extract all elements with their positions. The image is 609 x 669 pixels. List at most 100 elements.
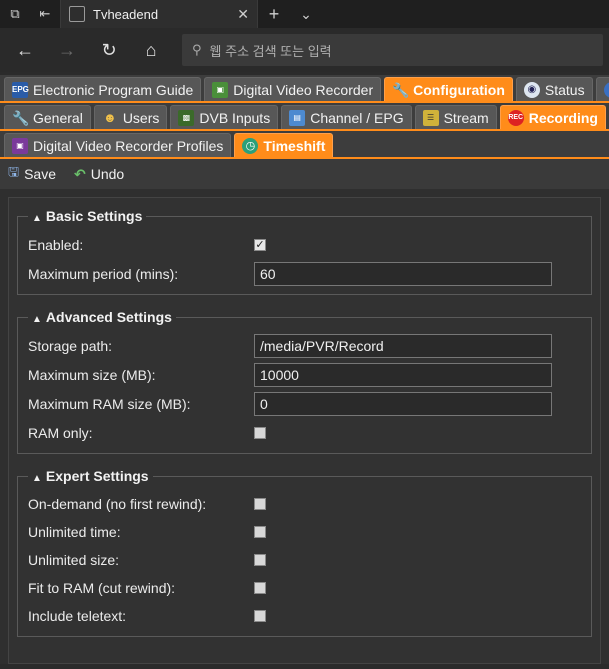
collapse-triangle-icon: ▲ bbox=[32, 473, 42, 484]
dvr-icon: ▣ bbox=[212, 81, 229, 98]
tab-channel-epg[interactable]: ▤ Channel / EPG bbox=[281, 105, 412, 129]
max-ram-label: Maximum RAM size (MB): bbox=[28, 395, 191, 412]
tab-label: General bbox=[33, 109, 83, 126]
ram-only-checkbox[interactable] bbox=[254, 426, 266, 439]
status-icon: ◉ bbox=[523, 81, 540, 98]
tab-users[interactable]: ☻ Users bbox=[93, 105, 168, 129]
enabled-checkbox[interactable]: ✓ bbox=[254, 238, 266, 251]
tab-label: Users bbox=[122, 109, 160, 126]
teletext-row: Include teletext: bbox=[28, 602, 581, 630]
tab-label: Electronic Program Guide bbox=[33, 81, 194, 98]
tab-label: Status bbox=[544, 81, 585, 98]
advanced-settings-legend[interactable]: ▲ Advanced Settings bbox=[28, 309, 176, 325]
browser-tab-title: Tvheadend bbox=[93, 6, 159, 22]
wrench-icon: 🔧 bbox=[12, 109, 30, 126]
tab-label: Configuration bbox=[413, 81, 505, 98]
refresh-icon[interactable]: ↻ bbox=[90, 32, 128, 68]
storage-path-input[interactable]: /media/PVR/Record bbox=[254, 333, 552, 358]
collapse-triangle-icon: ▲ bbox=[32, 314, 42, 325]
tab-epg[interactable]: EPG Electronic Program Guide bbox=[4, 77, 202, 101]
undo-label: Undo bbox=[90, 166, 125, 182]
tab-label: Timeshift bbox=[263, 137, 326, 154]
unlimited-time-row: Unlimited time: bbox=[28, 518, 581, 546]
info-icon: i bbox=[603, 81, 609, 98]
storage-path-label: Storage path: bbox=[28, 337, 113, 354]
max-ram-input[interactable]: 0 bbox=[254, 391, 552, 416]
tab-label: Recording bbox=[528, 109, 598, 126]
storage-path-row: Storage path: /media/PVR/Record bbox=[28, 331, 581, 360]
search-icon: ⚲ bbox=[192, 42, 202, 57]
tab-about[interactable]: i bbox=[595, 77, 609, 101]
config-tab-strip: 🔧 General ☻ Users ▩ DVB Inputs ▤ Channel / E… bbox=[0, 103, 609, 129]
form-toolbar: 🖫 Save ↶ Undo bbox=[0, 159, 609, 189]
ondemand-label: On-demand (no first rewind): bbox=[28, 496, 207, 512]
dvb-icon: ▩ bbox=[178, 109, 195, 126]
back-arrow-icon[interactable]: ← bbox=[6, 32, 44, 68]
fit-ram-label: Fit to RAM (cut rewind): bbox=[28, 580, 176, 596]
page-favicon-icon bbox=[69, 6, 85, 22]
home-icon[interactable]: ⌂ bbox=[132, 32, 170, 68]
unlimited-size-checkbox[interactable] bbox=[254, 554, 266, 566]
tab-actions-icon[interactable]: ⧉ bbox=[0, 0, 30, 28]
enabled-label: Enabled: bbox=[28, 236, 84, 253]
max-ram-row: Maximum RAM size (MB): 0 bbox=[28, 389, 581, 418]
timeshift-form: ▲ Basic Settings Enabled: ✓ Maximum perio… bbox=[0, 189, 609, 664]
max-size-label: Maximum size (MB): bbox=[28, 366, 156, 383]
tab-general[interactable]: 🔧 General bbox=[4, 105, 91, 129]
teletext-label: Include teletext: bbox=[28, 608, 127, 624]
stream-icon: ☰ bbox=[422, 109, 439, 126]
tab-dvr-profiles[interactable]: ▣ Digital Video Recorder Profiles bbox=[4, 133, 232, 157]
tab-label: DVB Inputs bbox=[199, 109, 271, 126]
max-size-input[interactable]: 10000 bbox=[254, 362, 552, 387]
browser-titlebar: ⧉ ⇤ Tvheadend ✕ + ⌄ bbox=[0, 0, 609, 28]
rec-icon: REC bbox=[507, 109, 524, 126]
recording-tab-strip: ▣ Digital Video Recorder Profiles ◷ Timesh… bbox=[0, 131, 609, 157]
unlimited-size-label: Unlimited size: bbox=[28, 552, 120, 568]
epg-icon: EPG bbox=[12, 81, 29, 98]
fit-ram-row: Fit to RAM (cut rewind): bbox=[28, 574, 581, 602]
teletext-checkbox[interactable] bbox=[254, 610, 266, 622]
tab-recording[interactable]: REC Recording bbox=[499, 105, 606, 129]
save-button[interactable]: 🖫 Save bbox=[8, 163, 56, 185]
save-icon: 🖫 bbox=[8, 164, 20, 179]
tab-label: Digital Video Recorder Profiles bbox=[33, 137, 224, 154]
tab-configuration[interactable]: 🔧 Configuration bbox=[384, 77, 513, 101]
max-period-label: Maximum period (mins): bbox=[28, 265, 179, 282]
wrench-icon: 🔧 bbox=[392, 81, 410, 98]
tab-timeshift[interactable]: ◷ Timeshift bbox=[234, 133, 334, 157]
basic-settings-fieldset: ▲ Basic Settings Enabled: ✓ Maximum perio… bbox=[17, 208, 592, 295]
clock-icon: ◷ bbox=[242, 137, 259, 154]
tab-label: Digital Video Recorder bbox=[233, 81, 374, 98]
unlimited-size-row: Unlimited size: bbox=[28, 546, 581, 574]
chevron-down-icon[interactable]: ⌄ bbox=[290, 0, 322, 28]
set-tabs-aside-icon[interactable]: ⇤ bbox=[30, 0, 60, 28]
users-icon: ☻ bbox=[102, 109, 117, 125]
advanced-settings-fieldset: ▲ Advanced Settings Storage path: /media/… bbox=[17, 309, 592, 454]
collapse-triangle-icon: ▲ bbox=[32, 213, 42, 224]
expert-settings-legend[interactable]: ▲ Expert Settings bbox=[28, 468, 153, 484]
browser-tab[interactable]: Tvheadend ✕ bbox=[60, 0, 258, 28]
save-label: Save bbox=[24, 166, 56, 182]
basic-settings-legend[interactable]: ▲ Basic Settings bbox=[28, 208, 146, 224]
fit-ram-checkbox[interactable] bbox=[254, 582, 266, 594]
max-period-input[interactable]: 60 bbox=[254, 261, 552, 286]
max-size-row: Maximum size (MB): 10000 bbox=[28, 360, 581, 389]
tab-label: Channel / EPG bbox=[310, 109, 404, 126]
ram-only-row: RAM only: bbox=[28, 418, 581, 447]
undo-button[interactable]: ↶ Undo bbox=[74, 166, 124, 183]
tab-dvr[interactable]: ▣ Digital Video Recorder bbox=[204, 77, 382, 101]
tab-status[interactable]: ◉ Status bbox=[515, 77, 593, 101]
unlimited-time-checkbox[interactable] bbox=[254, 526, 266, 538]
tab-stream[interactable]: ☰ Stream bbox=[414, 105, 497, 129]
main-tab-strip: EPG Electronic Program Guide ▣ Digital Vid… bbox=[0, 75, 609, 101]
max-period-row: Maximum period (mins): 60 bbox=[28, 259, 581, 288]
close-tab-icon[interactable]: ✕ bbox=[237, 6, 249, 23]
new-tab-icon[interactable]: + bbox=[258, 0, 290, 28]
tab-dvb-inputs[interactable]: ▩ DVB Inputs bbox=[170, 105, 279, 129]
address-placeholder: 웹 주소 검색 또는 입력 bbox=[209, 43, 332, 59]
forward-arrow-icon[interactable]: → bbox=[48, 32, 86, 68]
ondemand-checkbox[interactable] bbox=[254, 498, 266, 510]
address-bar[interactable]: ⚲ 웹 주소 검색 또는 입력 bbox=[182, 34, 603, 66]
enabled-row: Enabled: ✓ bbox=[28, 230, 581, 259]
ram-only-label: RAM only: bbox=[28, 424, 93, 441]
